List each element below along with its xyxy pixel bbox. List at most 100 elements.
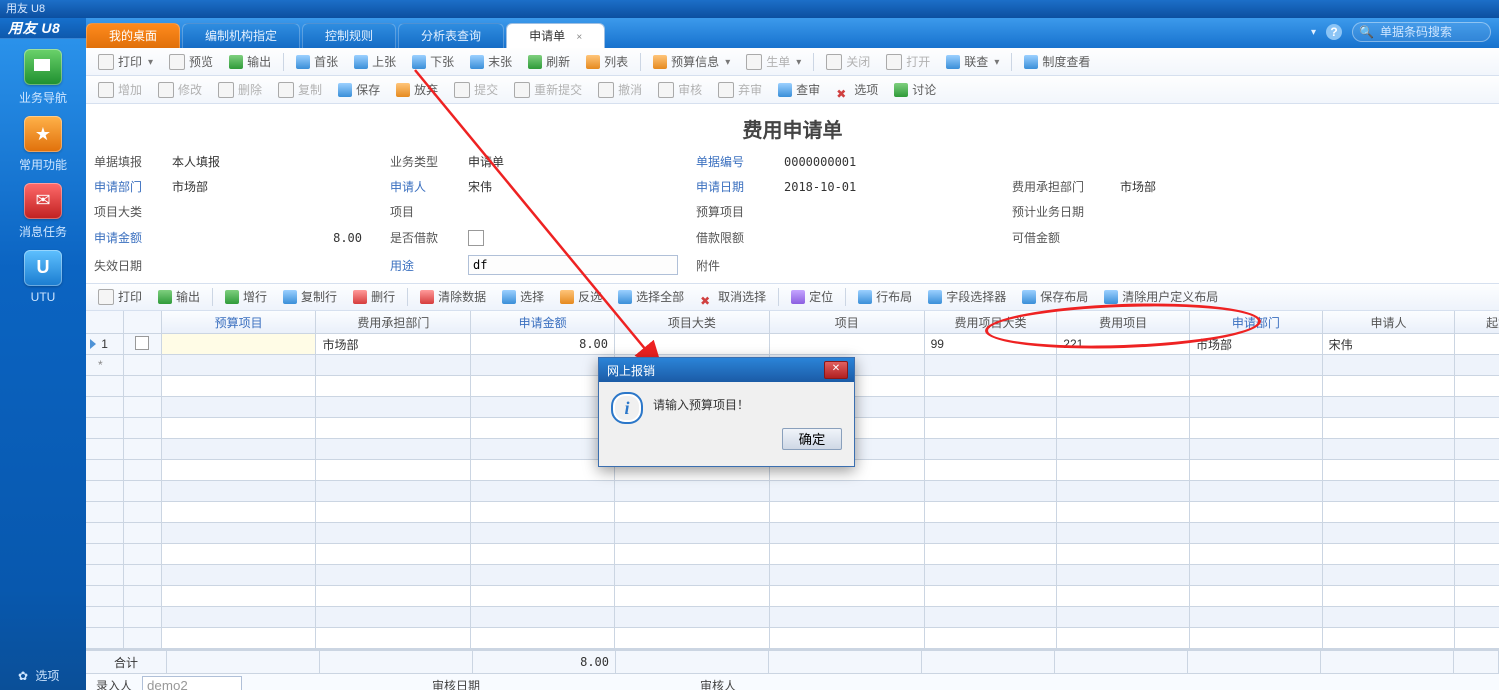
print-button[interactable]: 打印: [90, 51, 161, 73]
label-amount[interactable]: 申请金额: [94, 229, 164, 246]
first-button[interactable]: 首张: [288, 51, 346, 73]
options-button[interactable]: ✖选项: [828, 79, 886, 101]
list-button[interactable]: 列表: [578, 51, 636, 73]
audit-button[interactable]: 审核: [650, 79, 710, 101]
rules-view-button[interactable]: 制度查看: [1016, 51, 1098, 73]
cell-cost-dept[interactable]: 市场部: [316, 334, 471, 355]
dialog-close-icon[interactable]: ✕: [824, 361, 848, 379]
label-apply-date[interactable]: 申请日期: [696, 178, 776, 195]
purpose-input[interactable]: [468, 255, 678, 275]
grid-rowlayout-button[interactable]: 行布局: [850, 286, 920, 308]
label-apply-dept[interactable]: 申请部门: [94, 178, 164, 195]
resubmit-button[interactable]: 重新提交: [506, 79, 590, 101]
tab-rules[interactable]: 控制规则: [302, 23, 396, 48]
delete-button[interactable]: 删除: [210, 79, 270, 101]
review-button[interactable]: 查审: [770, 79, 828, 101]
col-budget-proj[interactable]: 预算项目: [161, 311, 316, 334]
grid-invert-button[interactable]: 反选: [552, 286, 610, 308]
abandon-button[interactable]: 放弃: [388, 79, 446, 101]
cell-cost-cat[interactable]: 99: [924, 334, 1057, 355]
next-button[interactable]: 下张: [404, 51, 462, 73]
value-doc-no: 0000000001: [784, 155, 1004, 169]
col-start-date[interactable]: 起始日期: [1455, 311, 1499, 334]
cell-proj-cat[interactable]: [615, 334, 770, 355]
tab-dropdown-icon[interactable]: ▾: [1311, 27, 1316, 38]
col-amount[interactable]: 申请金额: [471, 311, 615, 334]
grid-delrow-button[interactable]: 删行: [345, 286, 403, 308]
message-dialog: 网上报销 ✕ i 请输入预算项目！ 确定: [598, 357, 855, 467]
grid-export-button[interactable]: 输出: [150, 286, 208, 308]
dialog-title-bar[interactable]: 网上报销 ✕: [599, 358, 854, 382]
export-button[interactable]: 输出: [221, 51, 279, 73]
label-purpose[interactable]: 用途: [390, 257, 460, 274]
cell-cost-item[interactable]: 221: [1057, 334, 1190, 355]
grid-unselect-button[interactable]: ✖取消选择: [692, 286, 774, 308]
col-proj-cat[interactable]: 项目大类: [615, 311, 770, 334]
tab-home[interactable]: 我的桌面: [86, 23, 180, 48]
grid-selall-button[interactable]: 选择全部: [610, 286, 692, 308]
col-cost-cat[interactable]: 费用项目大类: [924, 311, 1057, 334]
is-loan-checkbox[interactable]: [468, 230, 484, 246]
help-icon[interactable]: ?: [1326, 24, 1342, 40]
col-cost-dept[interactable]: 费用承担部门: [316, 311, 471, 334]
barcode-search[interactable]: 🔍: [1352, 22, 1491, 42]
revoke-button[interactable]: 撤消: [590, 79, 650, 101]
label-doc-no[interactable]: 单据编号: [696, 153, 776, 170]
save-button[interactable]: 保存: [330, 79, 388, 101]
grid-fieldsel-button[interactable]: 字段选择器: [920, 286, 1014, 308]
dialog-ok-button[interactable]: 确定: [782, 428, 842, 450]
sidebar-item-tasks[interactable]: 消息任务: [13, 183, 73, 240]
cell-project[interactable]: [769, 334, 924, 355]
link-query-button[interactable]: 联查: [938, 51, 1007, 73]
col-cost-item[interactable]: 费用项目: [1057, 311, 1190, 334]
preview-button[interactable]: 预览: [161, 51, 221, 73]
prev-icon: [354, 55, 368, 69]
label-applicant[interactable]: 申请人: [390, 178, 460, 195]
refresh-button[interactable]: 刷新: [520, 51, 578, 73]
last-button[interactable]: 末张: [462, 51, 520, 73]
sidebar-options[interactable]: 选项: [0, 667, 86, 684]
label-fill-type: 单据填报: [94, 153, 164, 170]
grid-copyrow-button[interactable]: 复制行: [275, 286, 345, 308]
make-bill-button[interactable]: 生单: [738, 51, 809, 73]
grid-select-button[interactable]: 选择: [494, 286, 552, 308]
add-button[interactable]: 增加: [90, 79, 150, 101]
open-bill-button[interactable]: 打开: [878, 51, 938, 73]
cell-amount[interactable]: 8.00: [471, 334, 615, 355]
col-applicant[interactable]: 申请人: [1322, 311, 1455, 334]
grid-locate-button[interactable]: 定位: [783, 286, 841, 308]
sidebar-item-nav[interactable]: 业务导航: [13, 49, 73, 106]
entry-user-input[interactable]: [142, 676, 242, 690]
grid-clear-button[interactable]: 清除数据: [412, 286, 494, 308]
row-check[interactable]: [124, 334, 162, 355]
prev-button[interactable]: 上张: [346, 51, 404, 73]
cell-budget-proj[interactable]: [161, 334, 316, 355]
sidebar-item-fav[interactable]: 常用功能: [13, 116, 73, 173]
value-amount: 8.00: [172, 231, 382, 245]
sidebar-item-utu[interactable]: UTU: [13, 250, 73, 304]
grid-clearlayout-button[interactable]: 清除用户定义布局: [1096, 286, 1226, 308]
grid-print-button[interactable]: 打印: [90, 286, 150, 308]
discard-audit-button[interactable]: 弃审: [710, 79, 770, 101]
tab-apply[interactable]: 申请单 ×: [506, 23, 605, 48]
col-project[interactable]: 项目: [769, 311, 924, 334]
submit-button[interactable]: 提交: [446, 79, 506, 101]
table-row-empty: [86, 502, 1499, 523]
table-row[interactable]: 1 市场部 8.00 99 221 市场部 宋伟: [86, 334, 1499, 355]
grid-savelayout-button[interactable]: 保存布局: [1014, 286, 1096, 308]
cell-applicant[interactable]: 宋伟: [1322, 334, 1455, 355]
edit-button[interactable]: 修改: [150, 79, 210, 101]
cell-start-date[interactable]: [1455, 334, 1499, 355]
cell-apply-dept[interactable]: 市场部: [1189, 334, 1322, 355]
tab-report[interactable]: 分析表查询: [398, 23, 504, 48]
close-bill-button[interactable]: 关闭: [818, 51, 878, 73]
close-icon[interactable]: ×: [576, 32, 582, 43]
tab-org[interactable]: 编制机构指定: [182, 23, 300, 48]
col-apply-dept[interactable]: 申请部门: [1189, 311, 1322, 334]
label-attachment: 附件: [696, 257, 776, 274]
grid-addrow-button[interactable]: 增行: [217, 286, 275, 308]
barcode-search-input[interactable]: [1378, 24, 1482, 40]
budget-info-button[interactable]: 预算信息: [645, 51, 738, 73]
copy-button[interactable]: 复制: [270, 79, 330, 101]
discuss-button[interactable]: 讨论: [886, 79, 944, 101]
